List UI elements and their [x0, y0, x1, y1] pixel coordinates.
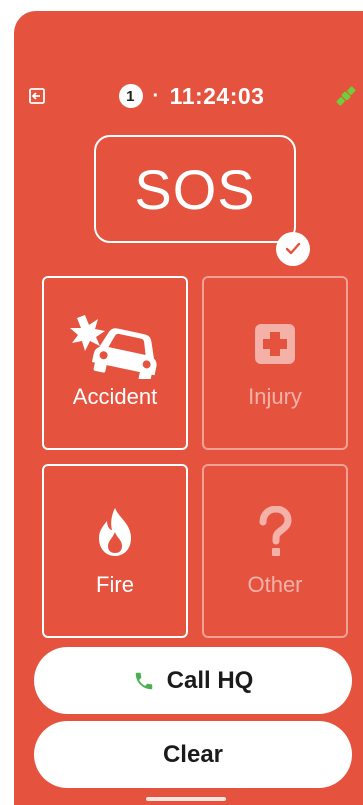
phone-icon: [135, 672, 152, 689]
home-indicator: [146, 797, 226, 801]
tile-other-label: Other: [247, 572, 303, 597]
clear-label: Clear: [162, 740, 224, 768]
clear-button[interactable]: Clear: [34, 721, 352, 788]
tile-other[interactable]: Other: [202, 464, 348, 638]
satellite-icon: [336, 86, 356, 106]
tile-fire[interactable]: Fire: [42, 464, 188, 638]
tile-accident-label: Accident: [72, 384, 158, 409]
status-center: 1 · 11:24:03: [14, 79, 363, 113]
status-time: 11:24:03: [169, 82, 265, 109]
car-crash-icon: [70, 315, 157, 379]
fire-icon: [99, 508, 131, 556]
tile-accident[interactable]: Accident: [42, 276, 188, 450]
tile-injury[interactable]: Injury: [202, 276, 348, 450]
tile-fire-label: Fire: [96, 572, 134, 597]
question-icon: [259, 506, 292, 556]
count-badge: 1: [118, 84, 143, 108]
call-hq-label: Call HQ: [166, 666, 254, 694]
call-hq-button[interactable]: Call HQ: [34, 647, 352, 714]
sos-label: SOS: [134, 157, 256, 221]
status-bar: 1 · 11:24:03: [14, 79, 363, 113]
tile-injury-label: Injury: [248, 384, 302, 409]
first-aid-icon: [255, 324, 295, 364]
status-separator: ·: [152, 84, 160, 107]
sos-box[interactable]: SOS: [94, 135, 296, 243]
sos-screen: 1 · 11:24:03 SOS Accident Injury Fire Ot…: [14, 11, 363, 805]
check-icon: [276, 232, 310, 266]
